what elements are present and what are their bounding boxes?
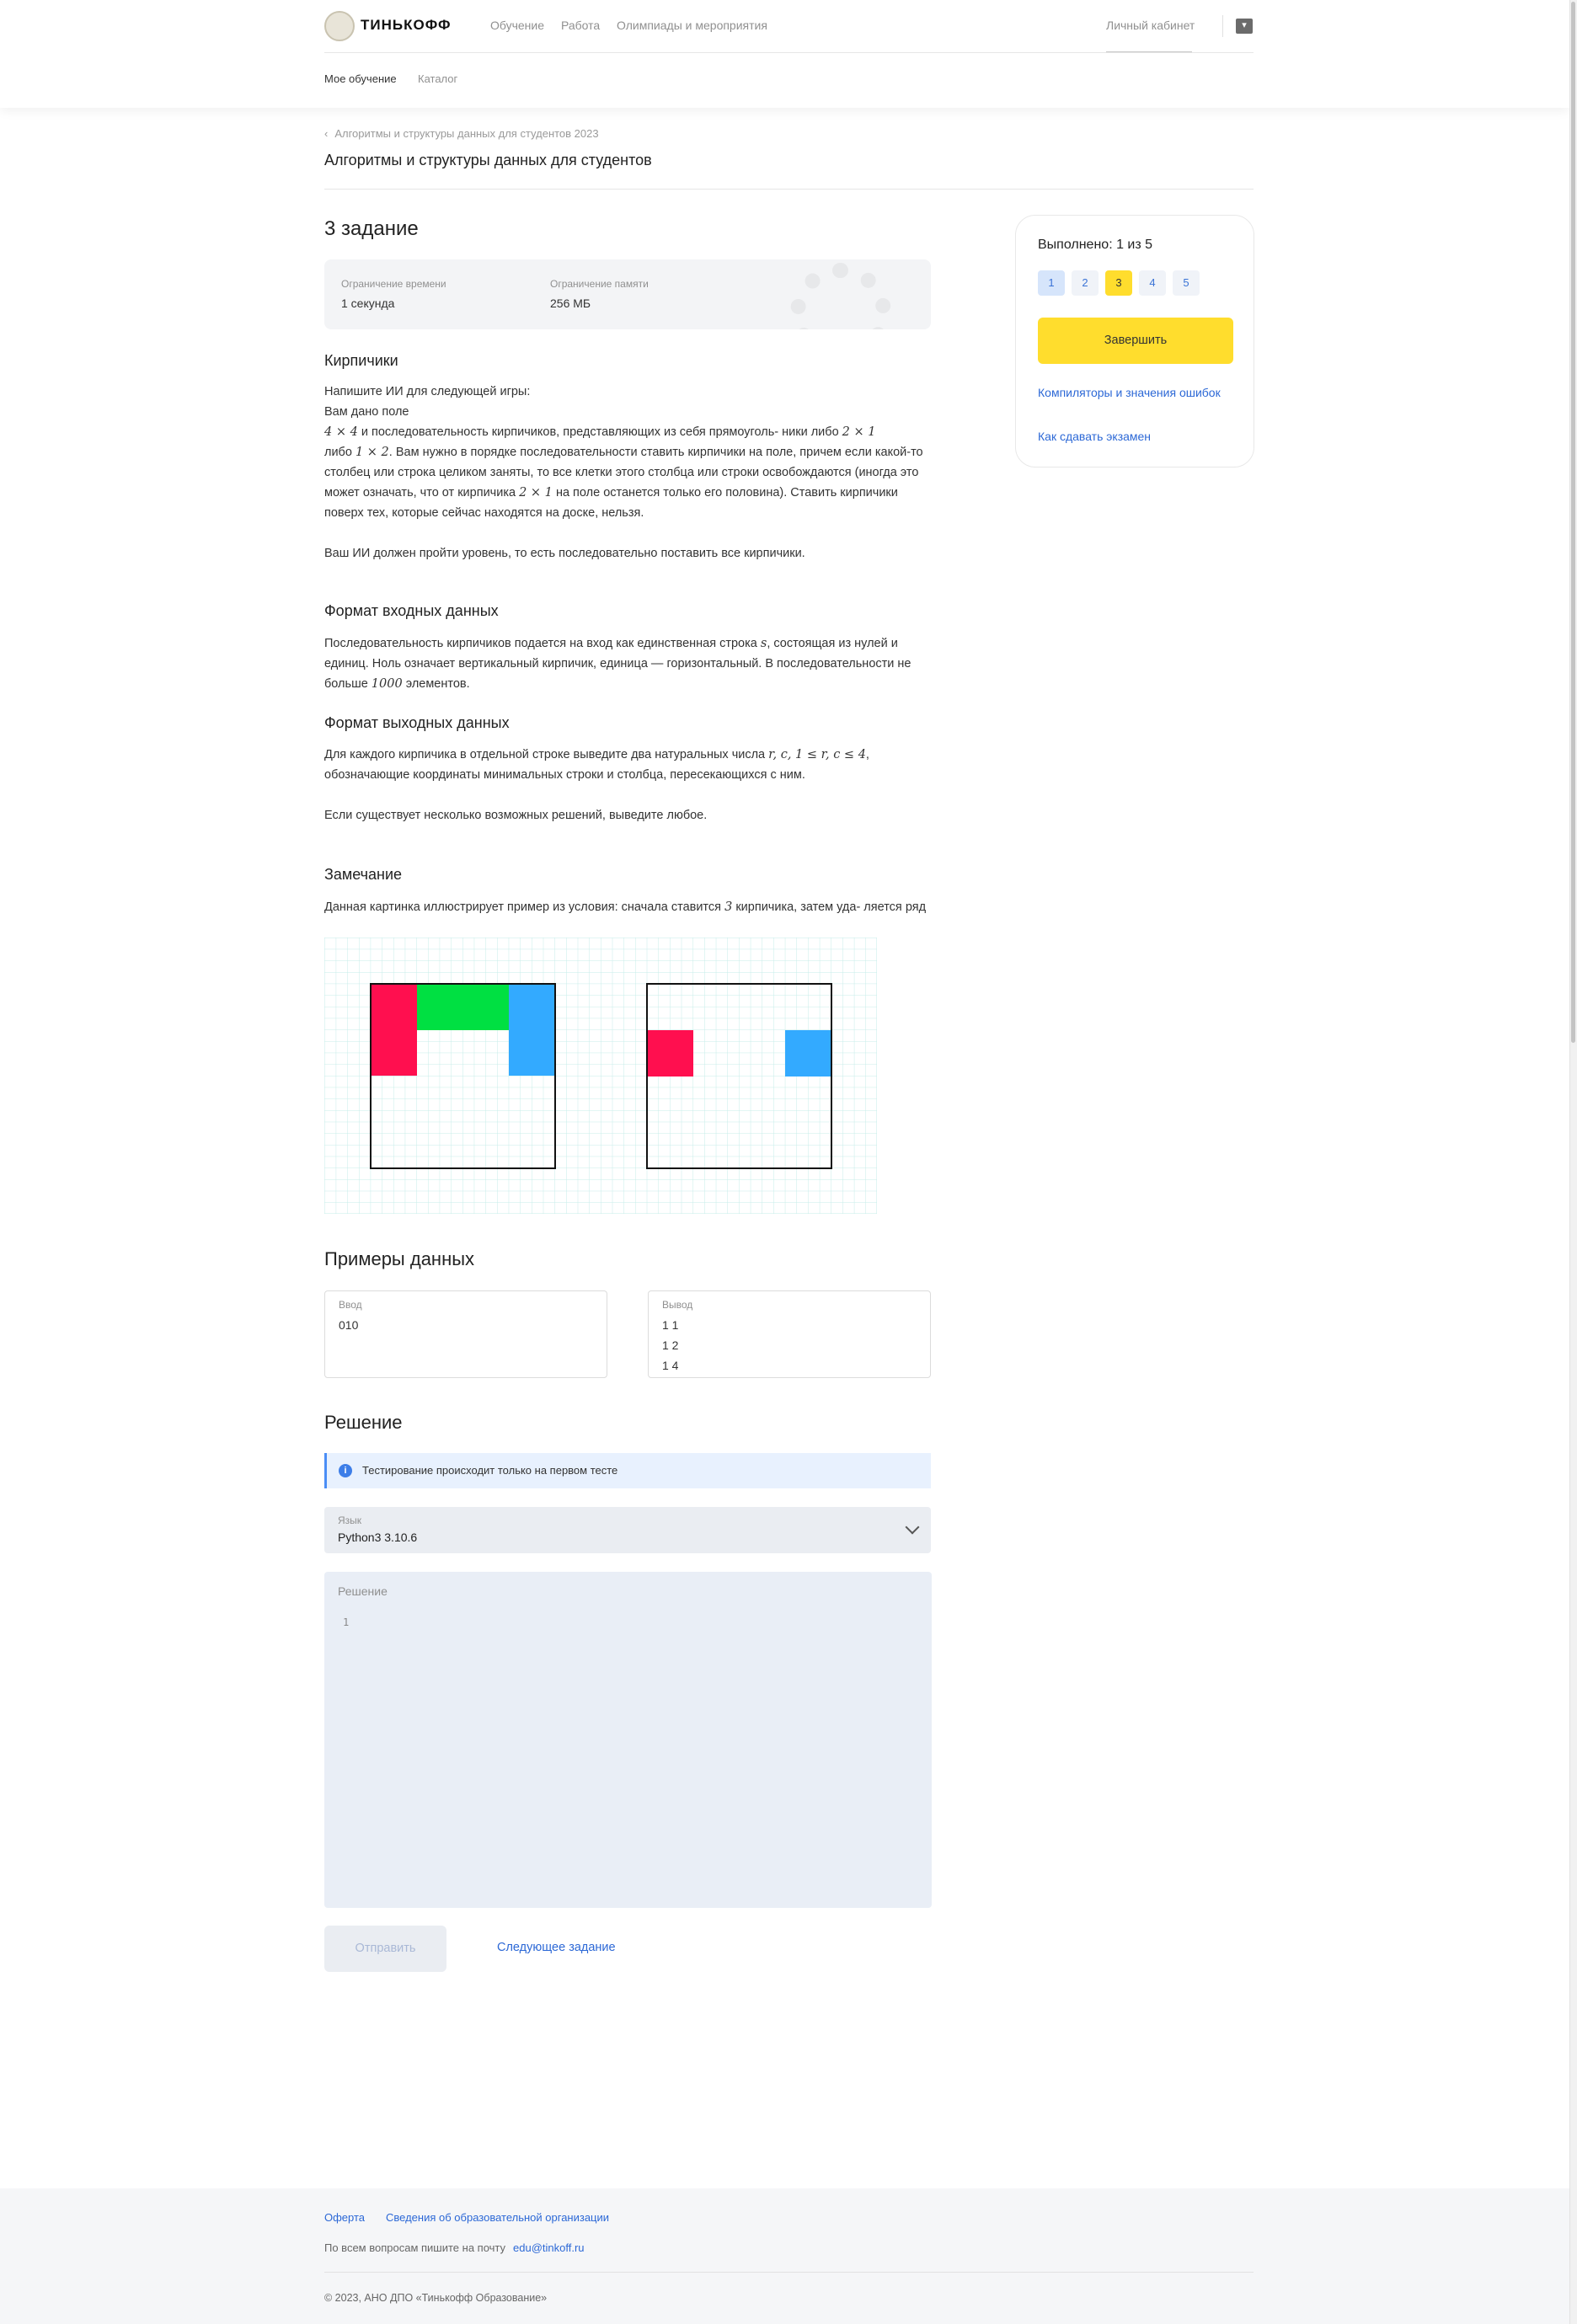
subnav-my-learning[interactable]: Мое обучение	[324, 72, 397, 85]
math-1x2: 1 × 2	[355, 446, 389, 459]
statement-line: Напишите ИИ для следующей игры:	[324, 385, 531, 398]
bricks-illustration	[324, 938, 877, 1214]
nav-learning[interactable]: Обучение	[490, 19, 544, 32]
progress-card: Выполнено: 1 из 5 1 2 3 4 5 Завершить Ко…	[1015, 215, 1254, 467]
nav-olympiads[interactable]: Олимпиады и мероприятия	[617, 19, 767, 32]
input-format-title: Формат входных данных	[324, 602, 499, 619]
footer-org-info-link[interactable]: Сведения об образовательной организации	[386, 2211, 609, 2224]
chevron-down-icon	[905, 1520, 920, 1535]
line-number: 1	[343, 1616, 350, 1628]
statement-line: Вам дано поле	[324, 405, 409, 419]
editor-label: Решение	[338, 1584, 388, 1598]
next-task-link[interactable]: Следующее задание	[497, 1941, 616, 1954]
note-title: Замечание	[324, 866, 403, 883]
blue-half-brick	[785, 1030, 831, 1077]
limits-box: Ограничение времени 1 секунда Ограничени…	[324, 259, 931, 329]
example-input-box[interactable]: Ввод 010	[324, 1290, 607, 1378]
statement-line: либо 1 × 2. Вам нужно в порядке последов…	[324, 446, 923, 520]
progress-text: Выполнено: 1 из 5	[1038, 238, 1153, 252]
logo-text[interactable]: ТИНЬКОФФ	[361, 17, 452, 34]
footer-divider	[324, 2272, 1254, 2273]
examples-title: Примеры данных	[324, 1248, 475, 1269]
green-horizontal-brick	[417, 984, 509, 1030]
blue-vertical-brick	[509, 984, 555, 1076]
statement-line: Ваш ИИ должен пройти уровень, то есть по…	[324, 547, 805, 560]
language-label: Язык	[338, 1515, 362, 1526]
breadcrumb-label: Алгоритмы и структуры данных для студент…	[334, 127, 599, 140]
gear-icon	[790, 263, 891, 329]
statement-line: 4 × 4 и последовательность кирпичиков, п…	[324, 425, 876, 439]
task-5-button[interactable]: 5	[1173, 270, 1200, 296]
task-name: Кирпичики	[324, 352, 398, 369]
info-text: Тестирование происходит только на первом…	[362, 1464, 618, 1477]
task-2-button[interactable]: 2	[1072, 270, 1099, 296]
info-banner: i Тестирование происходит только на перв…	[324, 1453, 931, 1488]
math-2x1: 2 × 1	[519, 486, 553, 500]
solution-title: Решение	[324, 1412, 403, 1433]
task-title: 3 задание	[324, 217, 419, 240]
example-input-label: Ввод	[339, 1299, 362, 1311]
task-3-button[interactable]: 3	[1105, 270, 1132, 296]
example-input-lines: 010	[339, 1318, 359, 1332]
compilers-link[interactable]: Компиляторы и значения ошибок	[1038, 384, 1232, 401]
example-output-lines: 1 1 1 2 1 4	[662, 1318, 679, 1372]
copyright: © 2023, АНО ДПО «Тинькофф Образование»	[324, 2292, 548, 2304]
code-editor[interactable]: Решение 1	[324, 1572, 932, 1908]
send-button[interactable]: Отправить	[324, 1926, 446, 1972]
note-text: Данная картинка иллюстрирует пример из у…	[324, 900, 927, 914]
footer	[0, 2188, 1569, 2324]
exam-howto-link[interactable]: Как сдавать экзамен	[1038, 428, 1232, 445]
user-menu-icon[interactable]: ▾	[1236, 19, 1253, 34]
nav-work[interactable]: Работа	[561, 19, 600, 32]
info-icon: i	[339, 1464, 352, 1477]
header-separator	[1222, 15, 1223, 37]
language-value: Python3 3.10.6	[338, 1531, 418, 1544]
top-header: ТИНЬКОФФ Обучение Работа Олимпиады и мер…	[0, 0, 1569, 108]
chevron-left-icon: ‹	[324, 127, 329, 140]
subnav-catalog[interactable]: Каталог	[418, 72, 457, 85]
footer-email-link[interactable]: edu@tinkoff.ru	[513, 2241, 585, 2254]
red-half-brick	[647, 1030, 693, 1077]
header-divider	[324, 52, 1254, 53]
task-4-button[interactable]: 4	[1139, 270, 1166, 296]
language-select[interactable]: Язык Python3 3.10.6	[324, 1507, 931, 1553]
math-4x4: 4 × 4	[324, 425, 358, 439]
finish-button[interactable]: Завершить	[1038, 318, 1233, 364]
logo-icon[interactable]	[324, 11, 355, 41]
footer-offer-link[interactable]: Оферта	[324, 2211, 365, 2224]
math-2x1: 2 × 1	[842, 425, 876, 439]
output-format-title: Формат выходных данных	[324, 714, 510, 731]
input-format-text: Последовательность кирпичиков подается н…	[324, 637, 911, 691]
footer-contact-text: По всем вопросам пишите на почту	[324, 2241, 506, 2254]
example-output-label: Вывод	[662, 1299, 693, 1311]
red-vertical-brick	[371, 984, 417, 1076]
time-limit-label: Ограничение времени	[341, 278, 446, 290]
nav-personal-cabinet[interactable]: Личный кабинет	[1106, 19, 1195, 32]
task-1-button[interactable]: 1	[1038, 270, 1065, 296]
breadcrumb[interactable]: ‹ Алгоритмы и структуры данных для студен…	[324, 127, 599, 140]
time-limit-value: 1 секунда	[341, 297, 395, 310]
output-format-text: Для каждого кирпичика в отдельной строке…	[324, 748, 869, 822]
memory-limit-value: 256 МБ	[550, 297, 591, 310]
course-title: Алгоритмы и структуры данных для студент…	[324, 152, 652, 168]
scrollbar-thumb[interactable]	[1571, 2, 1575, 1043]
example-output-box[interactable]: Вывод 1 1 1 2 1 4	[648, 1290, 931, 1378]
task-statement: Напишите ИИ для следующей игры: Вам дано…	[324, 382, 931, 564]
title-divider	[324, 189, 1254, 190]
memory-limit-label: Ограничение памяти	[550, 278, 649, 290]
